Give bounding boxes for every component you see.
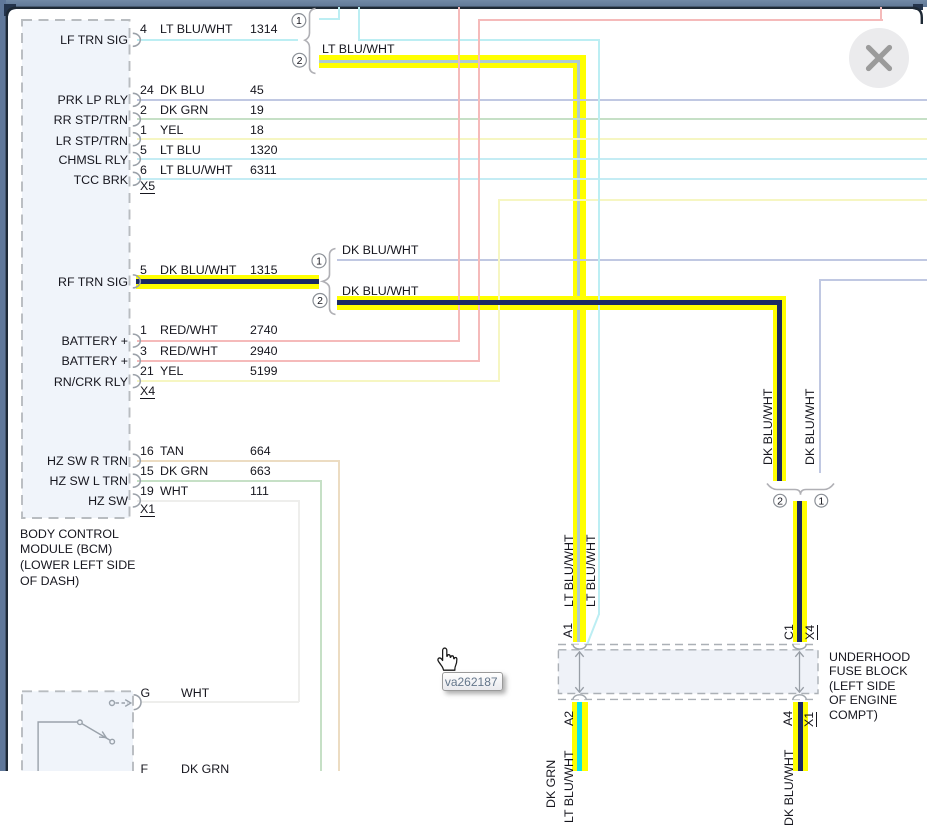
svg-text:2: 2 bbox=[777, 495, 783, 507]
svg-text:1: 1 bbox=[818, 495, 824, 507]
svg-text:1: 1 bbox=[316, 256, 322, 268]
svg-text:2: 2 bbox=[297, 55, 303, 67]
svg-text:1: 1 bbox=[296, 15, 302, 27]
svg-text:2: 2 bbox=[317, 295, 323, 307]
